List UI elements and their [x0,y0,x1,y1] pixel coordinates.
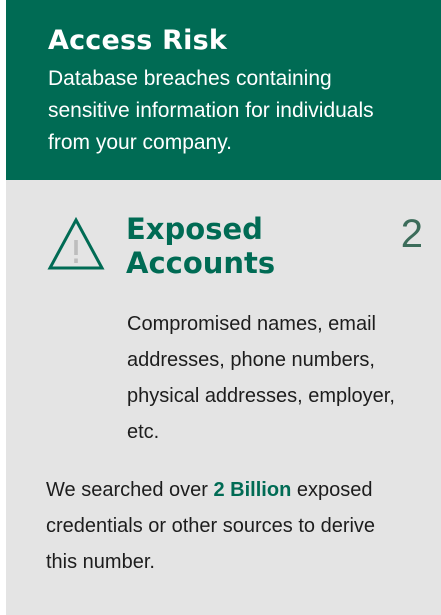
card-header: Access Risk Database breaches containing… [6,0,441,180]
search-note-prefix: We searched over [46,479,214,501]
metric-count: 2 [400,212,423,256]
access-risk-card: Access Risk Database breaches containing… [6,0,441,615]
metric-description: Compromised names, email addresses, phon… [127,313,395,443]
metric-title: Exposed Accounts [126,212,276,280]
search-count-highlight: 2 Billion [213,479,292,501]
search-note: We searched over 2 Billion exposed crede… [46,472,406,580]
card-body: Exposed Accounts 2 Compromised names, em… [6,180,441,615]
header-description: Database breaches containing sensitive i… [48,67,374,154]
page-title: Access Risk [48,25,228,56]
warning-exclamation-line [74,240,78,255]
warning-icon [47,216,105,270]
warning-exclamation-dot [74,258,78,263]
